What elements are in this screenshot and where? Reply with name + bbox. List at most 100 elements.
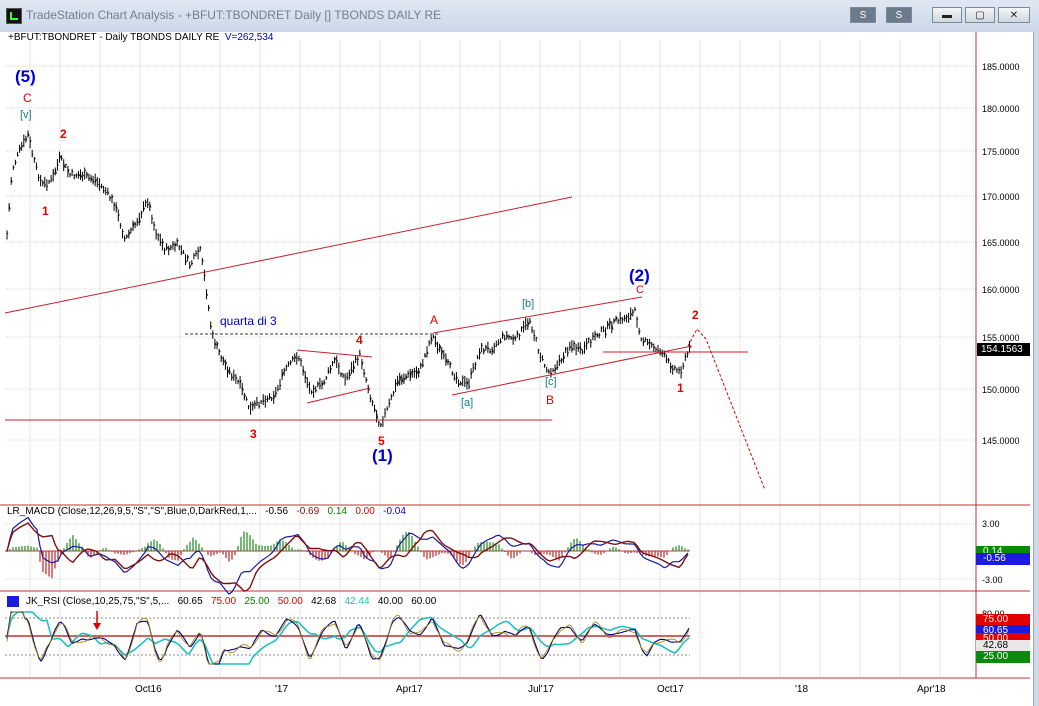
price-bar-close-tick	[32, 153, 34, 156]
price-tick: 155.0000	[982, 333, 1020, 343]
wave-label-5-blue: (5)	[15, 67, 36, 86]
macd-signal-line	[6, 522, 689, 592]
chart-grid	[5, 40, 976, 678]
wave-label-2-blue: (2)	[629, 266, 650, 285]
price-bar-close-tick	[542, 358, 544, 360]
macd-label: LR_MACD (Close,12,26,9,5,"S","S",Blue,0,…	[7, 506, 257, 517]
channel-bottom-line	[451, 345, 693, 396]
rsi-value-7: 40.00	[377, 596, 403, 607]
last-price-badge: 154.1563	[977, 343, 1030, 356]
price-bar-close-tick	[565, 348, 567, 350]
symbol-header: +BFUT:TBONDRET - Daily TBONDS DAILY RE V…	[8, 33, 273, 43]
wave-label-2-red-right: 2	[692, 308, 699, 322]
x-tick: '18	[795, 684, 809, 695]
price-bar-close-tick	[584, 345, 586, 347]
price-bar-close-tick	[380, 424, 383, 426]
price-tick: 170.0000	[982, 192, 1020, 202]
price-bar-close-tick	[477, 356, 479, 359]
long-trendline	[4, 196, 573, 314]
macd-value-2: -0.69	[296, 506, 320, 517]
price-bar-close-tick	[407, 372, 410, 374]
macd-histogram	[6, 531, 689, 579]
channel-top-line	[432, 296, 643, 334]
wave-label-b-teal: [b]	[522, 298, 535, 310]
price-tick: 145.0000	[982, 436, 1020, 446]
rsi-color-swatch-icon	[7, 596, 19, 607]
rsi-line	[6, 611, 690, 665]
rsi-average-line	[6, 611, 690, 665]
price-tick: 180.0000	[982, 104, 1020, 114]
macd-value-1: -0.56	[265, 506, 289, 517]
price-bar-close-tick	[82, 174, 84, 177]
price-bars	[6, 130, 692, 428]
rsi-label: JK_RSI (Close,10,25,75,"S",5,...	[26, 596, 170, 607]
triangle-top-line	[296, 349, 373, 358]
price-bar-close-tick	[393, 391, 395, 394]
wave-label-3-red: 3	[250, 427, 257, 441]
macd-badge-line: -0.56	[976, 553, 1030, 565]
x-tick: '17	[275, 684, 289, 695]
wave-label-c-red-mid: C	[636, 284, 644, 296]
macd-tick: 3.00	[982, 519, 1000, 529]
rsi-badge-25: 25.00	[976, 651, 1030, 663]
price-bar-close-tick	[200, 247, 202, 249]
x-tick: Oct17	[657, 684, 684, 695]
wave-label-a-red: A	[430, 313, 439, 327]
x-tick: Apr17	[396, 684, 423, 695]
rsi-value-2: 75.00	[211, 596, 237, 607]
price-bar-close-tick	[338, 365, 341, 367]
wave-label-1-red-right: 1	[677, 381, 684, 395]
price-tick: 185.0000	[982, 62, 1020, 72]
price-bar-close-tick	[170, 246, 173, 248]
price-bar-close-tick	[496, 344, 498, 346]
x-tick: Jul'17	[528, 684, 554, 695]
rsi-value-4: 50.00	[277, 596, 303, 607]
symbol-line: +BFUT:TBONDRET - Daily TBONDS DAILY RE	[8, 32, 220, 43]
price-tick: 150.0000	[982, 385, 1020, 395]
macd-value-5: -0.04	[383, 506, 406, 517]
price-bar-close-tick	[636, 318, 639, 320]
price-tick: 175.0000	[982, 147, 1020, 157]
price-bar-close-tick	[680, 372, 683, 374]
price-bar-close-tick	[141, 212, 143, 214]
macd-header: LR_MACD (Close,12,26,9,5,"S","S",Blue,0,…	[7, 507, 406, 517]
quarta-di-3-label: quarta di 3	[220, 314, 277, 328]
rsi-secondary-line	[6, 611, 690, 665]
rsi-value-8: 60.00	[411, 596, 437, 607]
rsi-value-1: 60.65	[177, 596, 203, 607]
wave-label-1-blue: (1)	[372, 446, 393, 465]
wave-label-2-red: 2	[60, 127, 67, 141]
rsi-value-5: 42.68	[311, 596, 337, 607]
wave-label-v-teal: [v]	[20, 109, 32, 121]
wave-label-c-red: C	[23, 91, 32, 105]
wave-label-1-red: 1	[42, 204, 49, 218]
macd-tick: -3.00	[982, 575, 1003, 585]
price-bar-close-tick	[531, 329, 534, 331]
volume-value: V=262,534	[224, 32, 274, 43]
price-bar-close-tick	[412, 371, 414, 373]
wave-label-a-teal: [a]	[461, 397, 474, 409]
x-tick: Apr'18	[917, 684, 946, 695]
price-bar-close-tick	[147, 203, 150, 206]
price-bar-close-tick	[462, 377, 465, 379]
price-bar-close-tick	[279, 384, 282, 387]
rsi-header: JK_RSI (Close,10,25,75,"S",5,... 60.65 7…	[26, 597, 436, 607]
macd-line	[6, 516, 689, 595]
price-bar-close-tick	[179, 246, 181, 248]
price-bar-close-tick	[69, 174, 72, 176]
price-bar-close-tick	[74, 174, 76, 177]
price-tick: 165.0000	[982, 238, 1020, 248]
price-bar-close-tick	[672, 368, 675, 370]
wave-label-c-teal: [c]	[545, 376, 557, 388]
price-bar-close-tick	[181, 251, 183, 254]
price-bar-close-tick	[122, 230, 124, 233]
wave-label-4-red: 4	[356, 333, 363, 347]
macd-value-4: 0.00	[355, 506, 375, 517]
projection-line	[687, 328, 766, 491]
rsi-value-6: 42.44	[344, 596, 370, 607]
price-bar-close-tick	[504, 338, 507, 340]
rsi-value-3: 25.00	[244, 596, 270, 607]
wave-label-b-red: B	[546, 393, 555, 407]
x-tick: Oct16	[135, 684, 162, 695]
price-tick: 160.0000	[982, 285, 1020, 295]
